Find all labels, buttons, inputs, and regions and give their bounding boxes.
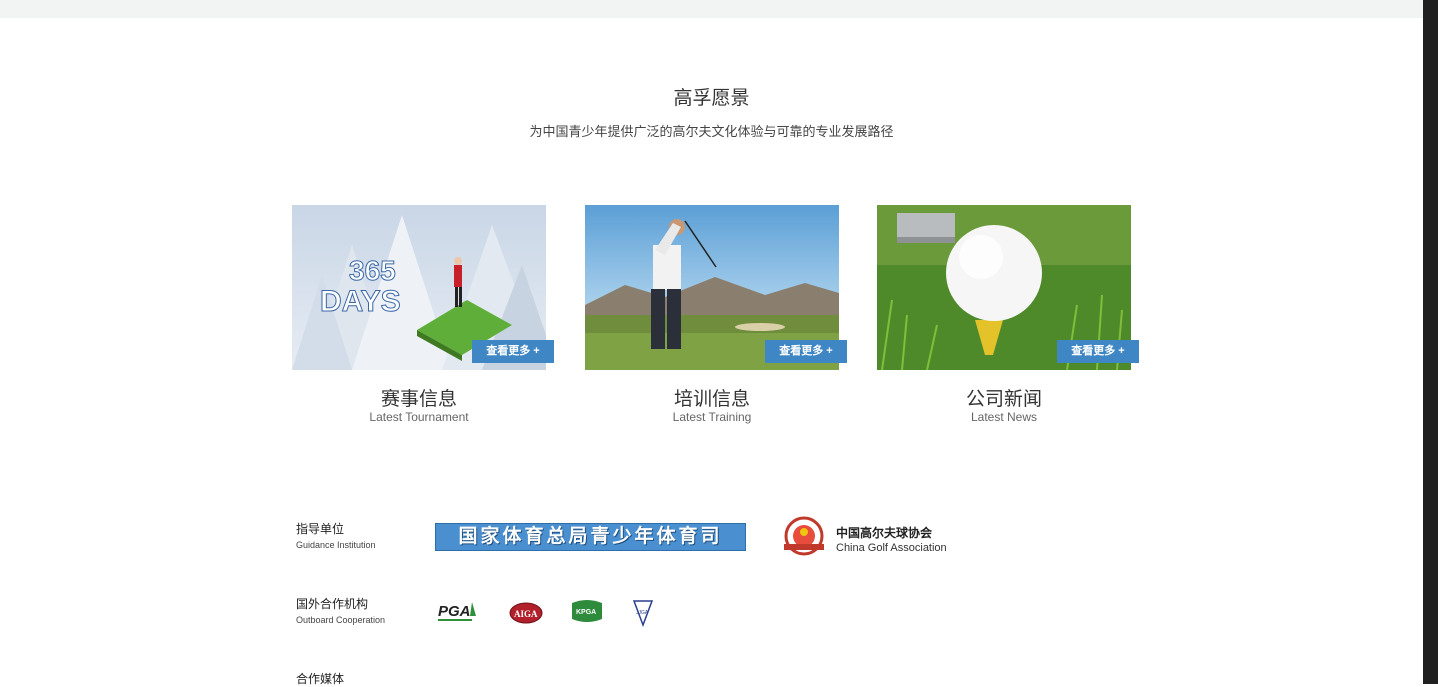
top-bar bbox=[0, 0, 1438, 18]
section-subtitle: 为中国青少年提供广泛的高尔夫文化体验与可靠的专业发展路径 bbox=[529, 124, 894, 139]
aiga-logo[interactable]: AIGA bbox=[508, 601, 544, 625]
guidance-label-cn: 指导单位 bbox=[296, 522, 345, 536]
svg-text:KPGA: KPGA bbox=[576, 609, 596, 616]
view-more-button[interactable]: 查看更多 + bbox=[472, 340, 554, 363]
card-training[interactable]: 查看更多 + 培训信息 Latest Training bbox=[585, 205, 847, 435]
svg-text:DAYS: DAYS bbox=[320, 285, 401, 318]
svg-text:JJGA: JJGA bbox=[636, 610, 649, 616]
svg-text:AIGA: AIGA bbox=[514, 609, 538, 619]
guidance-label-en: Guidance Institution bbox=[296, 540, 376, 550]
china-golf-association-logo[interactable]: 中国高尔夫球协会 China Golf Association bbox=[778, 516, 978, 556]
outboard-label-cn: 国外合作机构 bbox=[296, 597, 369, 611]
cga-name-cn: 中国高尔夫球协会 bbox=[836, 526, 933, 540]
view-more-button[interactable]: 查看更多 + bbox=[765, 340, 847, 363]
svg-text:365: 365 bbox=[349, 255, 396, 286]
section-title: 高孚愿景 bbox=[673, 88, 750, 109]
media-label: 合作媒体 bbox=[296, 670, 344, 687]
card-title[interactable]: 培训信息 bbox=[585, 384, 839, 411]
card-subtitle: Latest Training bbox=[672, 410, 752, 424]
card-subtitle: Latest Tournament bbox=[369, 410, 469, 424]
card-news[interactable]: 查看更多 + 公司新闻 Latest News bbox=[877, 205, 1139, 435]
cga-name-en: China Golf Association bbox=[836, 542, 947, 554]
media-label-cn: 合作媒体 bbox=[296, 672, 345, 686]
card-title[interactable]: 赛事信息 bbox=[292, 384, 546, 411]
card-title[interactable]: 公司新闻 bbox=[877, 384, 1131, 411]
jjga-logo[interactable]: JJGA bbox=[631, 598, 655, 628]
scrollbar[interactable] bbox=[1423, 0, 1438, 684]
outboard-label: 国外合作机构 Outboard Cooperation bbox=[296, 595, 385, 625]
sport-administration-logo[interactable]: 国家体育总局青少年体育司 bbox=[435, 523, 746, 551]
guidance-label: 指导单位 Guidance Institution bbox=[296, 520, 376, 550]
outboard-label-en: Outboard Cooperation bbox=[296, 615, 386, 625]
pga-logo[interactable]: PGA bbox=[436, 598, 480, 626]
card-subtitle: Latest News bbox=[970, 410, 1038, 424]
kpga-logo[interactable]: KPGA bbox=[570, 599, 604, 625]
view-more-button[interactable]: 查看更多 + bbox=[1057, 340, 1139, 363]
svg-text:PGA: PGA bbox=[438, 603, 471, 620]
card-tournament[interactable]: 365 DAYS 查看更多 + 赛事信息 Latest Tournament bbox=[292, 205, 554, 435]
